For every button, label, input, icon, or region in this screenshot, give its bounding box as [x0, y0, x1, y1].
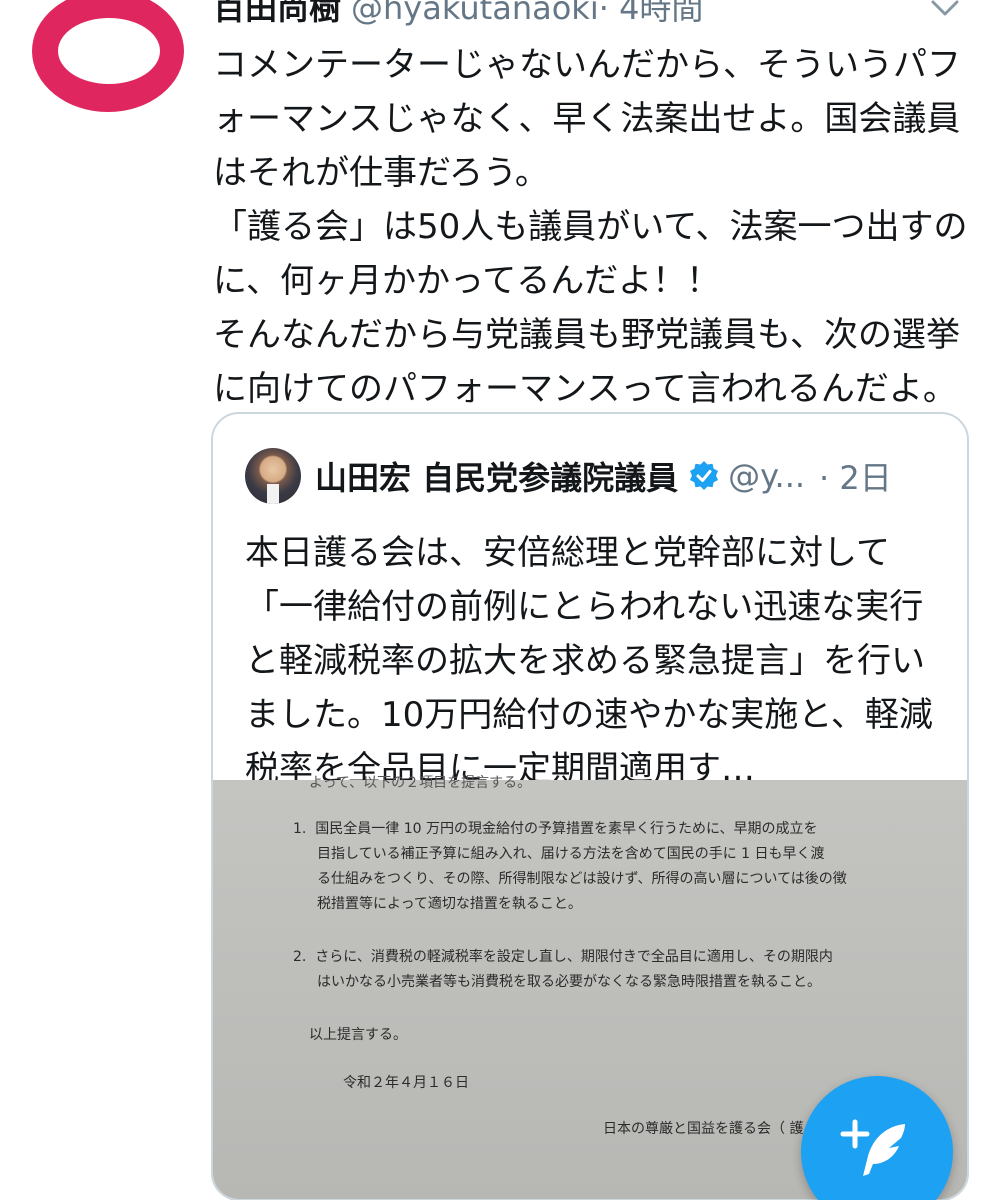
- document-date: 令和２年４月１６日: [343, 1075, 469, 1091]
- quoted-author-name[interactable]: 山田宏 自民党参議院議員: [315, 453, 678, 499]
- author-name[interactable]: 百田尚樹: [213, 0, 341, 27]
- author-avatar[interactable]: [32, 0, 184, 112]
- document-item1-line: る仕組みをつくり、その際、所得制限などは設けず、所得の高い層については後の徴: [317, 871, 847, 887]
- avatar-shirt-shape: [267, 484, 279, 504]
- avatar-placeholder-shape: [58, 18, 160, 84]
- tweet-time[interactable]: · 4時間: [599, 0, 704, 27]
- quoted-author-avatar[interactable]: [245, 448, 301, 504]
- document-signature: 日本の尊厳と国益を護る会（ 護: [603, 1121, 804, 1137]
- document-item1-line: 目指している補正予算に組み入れ、届ける方法を含めて国民の手に 1 日も早く渡: [317, 846, 825, 862]
- tweet-header: 百田尚樹 @hyakutanaoki· 4時間: [213, 0, 703, 32]
- document-item2-line: 2. さらに、消費税の軽減税率を設定し直し、期限付きで全品目に適用し、その期限内: [293, 949, 833, 965]
- compose-tweet-icon: [840, 1119, 905, 1176]
- tweet-text: コメンテーターじゃないんだから、そういうパフォーマンスじゃなく、早く法案出せよ。…: [213, 45, 968, 409]
- chevron-down-icon[interactable]: [925, 0, 965, 24]
- document-top-line: よって、以下の２項目を提言する。: [309, 775, 532, 791]
- document-closing: 以上提言する。: [309, 1027, 407, 1043]
- document-item2-line: はいかなる小売業者等も消費税を取る必要がなくなる緊急時限措置を執ること。: [317, 974, 821, 990]
- quoted-author-handle[interactable]: @y...: [728, 457, 805, 495]
- document-item1-line: 税措置等によって適切な措置を執ること。: [317, 896, 582, 912]
- quoted-tweet-text: 本日護る会は、安倍総理と党幹部に対して「一律給付の前例にとらわれない迅速な実行と…: [245, 533, 933, 789]
- verified-badge-icon: [690, 461, 719, 490]
- document-item1-line: 1. 国民全員一律 10 万円の現金給付の予算措置を素早く行うために、早期の成立…: [293, 821, 818, 837]
- tweet-page: 百田尚樹 @hyakutanaoki· 4時間 コメンテーターじゃないんだから、そ…: [0, 0, 999, 1200]
- quoted-tweet-time[interactable]: · 2日: [819, 453, 892, 499]
- quoted-tweet-header: 山田宏 自民党参議院議員 @y... · 2日: [245, 448, 892, 504]
- author-handle[interactable]: @hyakutanaoki: [351, 0, 599, 27]
